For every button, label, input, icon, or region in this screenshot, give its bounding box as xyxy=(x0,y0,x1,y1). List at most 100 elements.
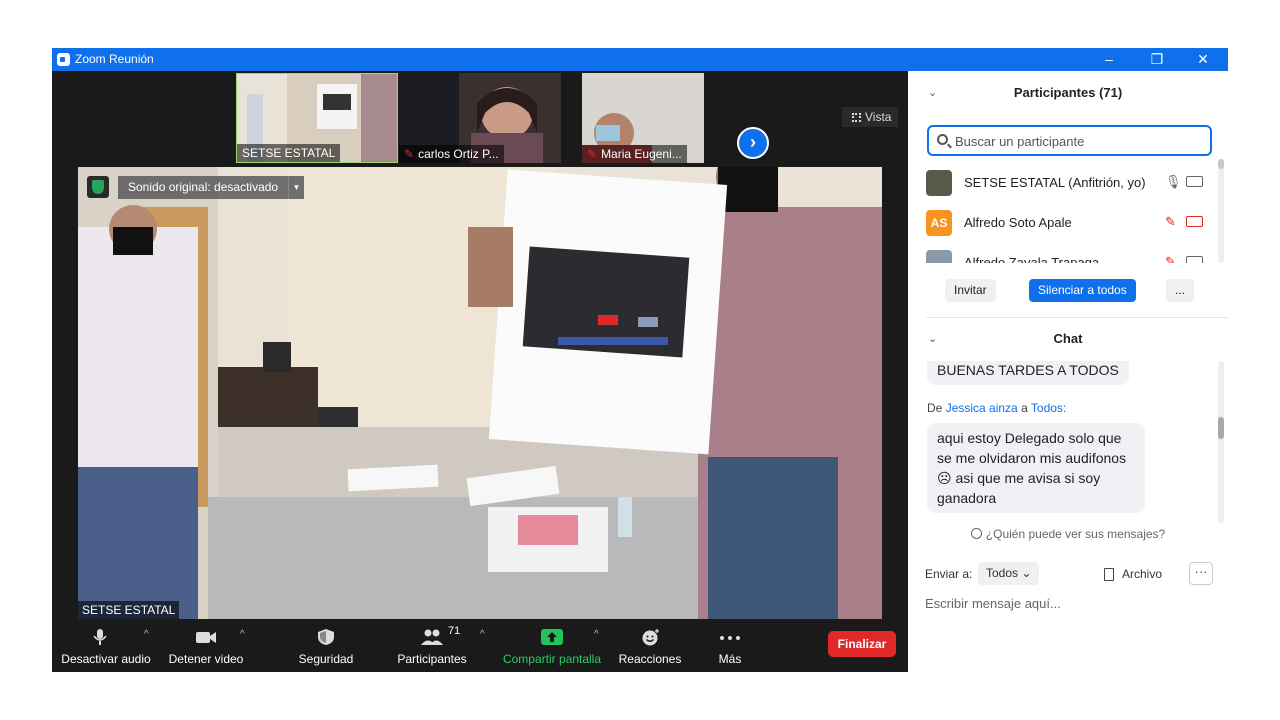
video-camera-icon[interactable] xyxy=(1186,176,1203,187)
sender-name[interactable]: Jessica ainza xyxy=(946,401,1018,415)
share-screen-label: Compartir pantalla xyxy=(502,652,602,666)
thumbnail-video[interactable]: SETSE ESTATAL xyxy=(236,73,398,163)
shield-icon xyxy=(318,629,334,645)
recipient-select[interactable]: Todos ⌄ xyxy=(978,562,1040,585)
avatar xyxy=(926,250,952,263)
title-bar: Zoom Reunión – ❐ ✕ xyxy=(52,48,1228,71)
microphone-icon xyxy=(93,629,107,645)
side-panel: ⌄ Participantes (71) SETSE ESTATAL (Anfi… xyxy=(908,71,1228,672)
participants-more-button[interactable]: ... xyxy=(1166,279,1195,302)
minimize-button[interactable]: – xyxy=(1094,50,1124,68)
thumbnail-video[interactable]: ✎ Maria Eugeni... xyxy=(582,73,704,163)
section-divider xyxy=(926,317,1228,318)
chevron-up-icon[interactable]: ^ xyxy=(594,629,599,640)
thumbnail-name-label: SETSE ESTATAL xyxy=(237,144,341,162)
stop-video-button[interactable]: ^ Detener video xyxy=(164,621,248,672)
scrollbar-thumb[interactable] xyxy=(1218,159,1224,169)
window-title: Zoom Reunión xyxy=(75,52,154,66)
search-icon xyxy=(937,134,948,145)
security-shield-icon xyxy=(87,176,109,198)
mute-audio-button[interactable]: ^ Desactivar audio xyxy=(58,621,154,672)
share-screen-button[interactable]: ^ Compartir pantalla xyxy=(498,621,606,672)
participants-icon xyxy=(421,629,443,645)
participant-search[interactable] xyxy=(927,125,1212,156)
zoom-window: Zoom Reunión – ❐ ✕ SETSE ESTATAL ✎ carlo… xyxy=(52,48,1228,672)
thumbnail-name: SETSE ESTATAL xyxy=(242,146,336,160)
chevron-down-icon[interactable]: ⌄ xyxy=(928,327,937,351)
file-label: Archivo xyxy=(1122,567,1163,581)
thumbnail-name-label: ✎ Maria Eugeni... xyxy=(582,145,687,163)
participants-scrollbar[interactable] xyxy=(1218,159,1224,263)
reactions-button[interactable]: Reacciones xyxy=(612,621,688,672)
end-meeting-button[interactable]: Finalizar xyxy=(828,631,896,657)
muted-mic-icon: ✎ xyxy=(404,147,415,161)
next-page-button[interactable]: › xyxy=(737,127,769,159)
chat-message-input[interactable] xyxy=(925,593,1215,613)
avatar xyxy=(926,170,952,196)
chat-more-button[interactable]: ··· xyxy=(1189,562,1213,585)
video-camera-icon[interactable] xyxy=(1186,256,1203,263)
chat-messages: BUENAS TARDES A TODOS De Jessica ainza a… xyxy=(908,361,1228,523)
microphone-icon[interactable]: 🎙 xyxy=(1165,174,1182,190)
scrollbar-thumb[interactable] xyxy=(1218,417,1224,439)
stop-video-label: Detener video xyxy=(168,652,244,666)
chevron-up-icon[interactable]: ^ xyxy=(144,629,149,640)
invite-button[interactable]: Invitar xyxy=(945,279,996,302)
participants-title: Participantes (71) xyxy=(1013,85,1123,100)
participants-header: ⌄ Participantes (71) xyxy=(908,81,1228,105)
chat-scrollbar[interactable] xyxy=(1218,361,1224,523)
mute-audio-label: Desactivar audio xyxy=(61,652,151,666)
participant-name: SETSE ESTATAL (Anfitrión, yo) xyxy=(964,175,1146,190)
chevron-up-icon[interactable]: ^ xyxy=(240,629,245,640)
muted-mic-icon[interactable]: ✎ xyxy=(1165,214,1176,230)
chevron-down-icon[interactable]: ⌄ xyxy=(928,81,937,105)
recipient-name[interactable]: Todos: xyxy=(1031,401,1066,415)
chat-message-sender: De Jessica ainza a Todos: xyxy=(927,401,1066,415)
original-sound-notice[interactable]: Sonido original: desactivado xyxy=(118,176,289,199)
chevron-down-icon: ⌄ xyxy=(1021,566,1032,580)
recipient-prefix: a xyxy=(1021,401,1028,415)
meeting-toolbar: ^ Desactivar audio ^ Detener video Segur… xyxy=(52,621,908,672)
smiley-icon xyxy=(642,629,659,646)
thumbnail-name: Maria Eugeni... xyxy=(601,147,682,161)
chat-message-bubble: aqui estoy Delegado solo que se me olvid… xyxy=(927,423,1145,513)
participant-row[interactable]: SETSE ESTATAL (Anfitrión, yo) 🎙 xyxy=(908,163,1218,203)
mute-all-button[interactable]: Silenciar a todos xyxy=(1029,279,1136,302)
participant-list: SETSE ESTATAL (Anfitrión, yo) 🎙 AS Alfre… xyxy=(908,163,1228,263)
participant-row[interactable]: Alfredo Zavala Trapaga ✎ xyxy=(908,243,1218,263)
who-can-see-messages[interactable]: ¿Quién puede ver sus mensajes? xyxy=(908,527,1228,545)
main-video-image xyxy=(78,167,882,619)
participant-count: 71 xyxy=(448,625,461,637)
participants-button[interactable]: 71 ^ Participantes xyxy=(390,621,484,672)
chat-header: ⌄ Chat xyxy=(908,327,1228,351)
muted-mic-icon: ✎ xyxy=(587,147,598,161)
more-label: Más xyxy=(718,652,742,666)
video-stage: SETSE ESTATAL ✎ carlos Ortiz P... ✎ Mari… xyxy=(52,71,908,672)
more-button[interactable]: Más xyxy=(706,621,754,672)
participant-search-input[interactable] xyxy=(955,131,1205,151)
chevron-up-icon[interactable]: ^ xyxy=(480,629,485,640)
security-button[interactable]: Seguridad xyxy=(288,621,364,672)
more-dots-icon xyxy=(720,636,740,640)
file-button[interactable]: Archivo xyxy=(1104,567,1162,581)
thumbnail-video[interactable]: ✎ carlos Ortiz P... xyxy=(399,73,561,163)
recipient-value: Todos xyxy=(986,566,1019,580)
view-label: Vista xyxy=(865,110,892,124)
close-button[interactable]: ✕ xyxy=(1188,50,1218,68)
thumbnail-name-label: ✎ carlos Ortiz P... xyxy=(399,145,504,163)
reactions-label: Reacciones xyxy=(618,652,682,666)
speaker-name-label: SETSE ESTATAL xyxy=(78,601,180,619)
chat-title: Chat xyxy=(1053,331,1083,346)
security-label: Seguridad xyxy=(298,652,354,666)
restore-button[interactable]: ❐ xyxy=(1142,50,1172,68)
participant-name: Alfredo Zavala Trapaga xyxy=(964,255,1100,263)
participant-name: Alfredo Soto Apale xyxy=(964,215,1072,230)
participant-row[interactable]: AS Alfredo Soto Apale ✎ xyxy=(908,203,1218,243)
muted-mic-icon[interactable]: ✎ xyxy=(1165,254,1176,263)
chat-message-bubble: BUENAS TARDES A TODOS xyxy=(927,361,1129,385)
who-can-see-label: ¿Quién puede ver sus mensajes? xyxy=(985,527,1166,541)
video-off-icon[interactable] xyxy=(1186,216,1203,227)
view-button[interactable]: Vista xyxy=(842,107,898,127)
file-icon xyxy=(1104,568,1114,581)
chevron-down-icon[interactable]: ▾ xyxy=(288,176,304,199)
